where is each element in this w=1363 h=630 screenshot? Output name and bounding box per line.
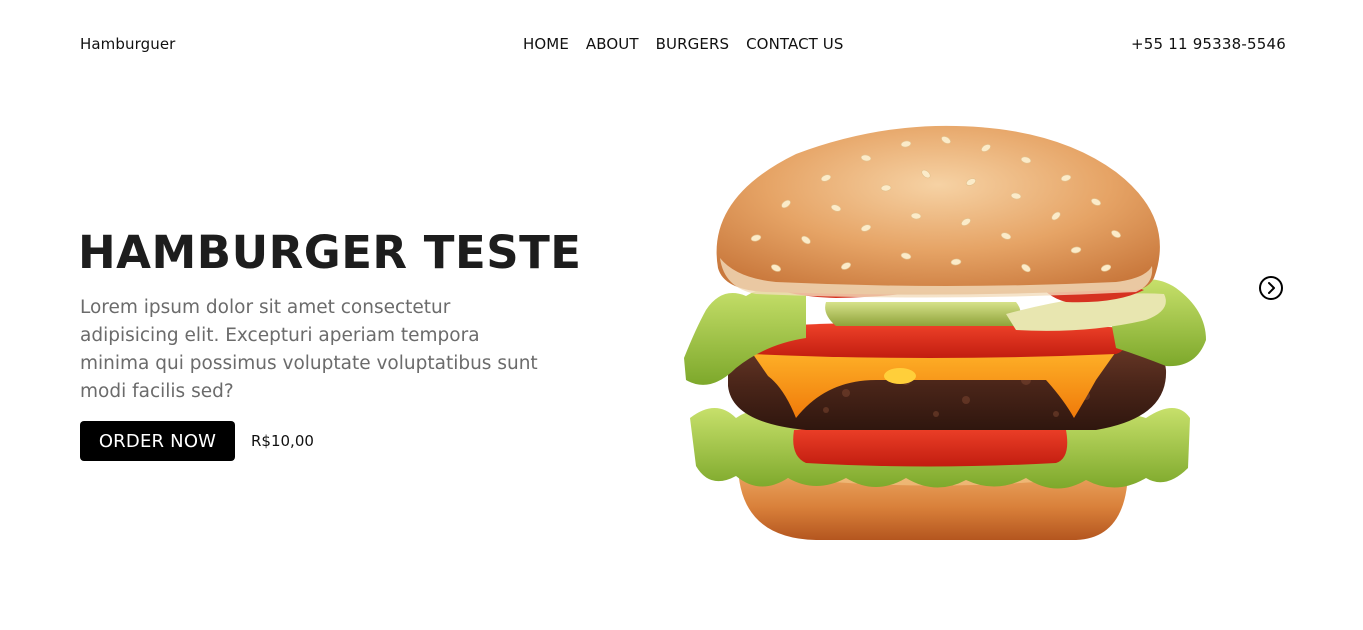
hero-description: Lorem ipsum dolor sit amet consectetur a… [80, 297, 538, 402]
hamburger-image [684, 125, 1206, 540]
hero-title: HAMBURGER TESTE [78, 226, 582, 279]
phone-number: +55 11 95338-5546 [1131, 35, 1286, 53]
order-now-button[interactable]: ORDER NOW [80, 421, 235, 461]
nav-burgers[interactable]: BURGERS [656, 35, 729, 53]
site-header: Hamburguer HOME ABOUT BURGERS CONTACT US… [80, 30, 1286, 58]
order-row: ORDER NOW R$10,00 [80, 421, 314, 461]
nav-home[interactable]: HOME [523, 35, 569, 53]
page: Hamburguer HOME ABOUT BURGERS CONTACT US… [0, 0, 1363, 630]
price-label: R$10,00 [251, 432, 314, 450]
chevron-right-circle-icon[interactable] [1258, 275, 1284, 301]
nav-about[interactable]: ABOUT [586, 35, 639, 53]
nav-contact-us[interactable]: CONTACT US [746, 35, 843, 53]
brand-logo-link[interactable]: Hamburguer [80, 35, 175, 53]
main-nav: HOME ABOUT BURGERS CONTACT US [523, 30, 844, 58]
